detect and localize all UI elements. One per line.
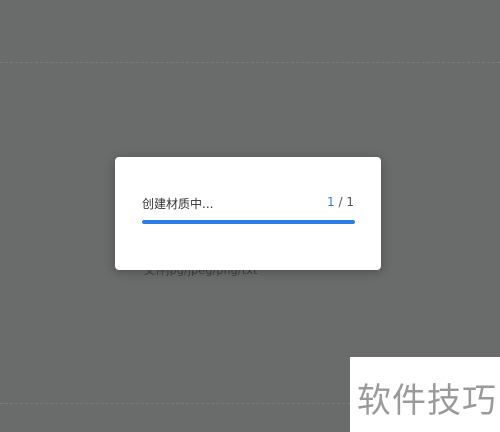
progress-separator: / — [334, 195, 347, 209]
top-divider — [0, 62, 500, 63]
dialog-title: 创建材质中... — [142, 197, 214, 211]
progress-dialog: 创建材质中... 1 / 1 — [115, 157, 381, 270]
watermark: 软件技巧 — [350, 357, 500, 432]
progress-total: 1 — [346, 195, 354, 209]
watermark-text: 软件技巧 — [357, 381, 497, 421]
progress-current: 1 — [327, 195, 335, 209]
progress-bar — [142, 220, 355, 224]
progress-bar-fill — [142, 220, 355, 224]
bottom-divider — [0, 403, 350, 404]
progress-counter: 1 / 1 — [327, 195, 354, 209]
